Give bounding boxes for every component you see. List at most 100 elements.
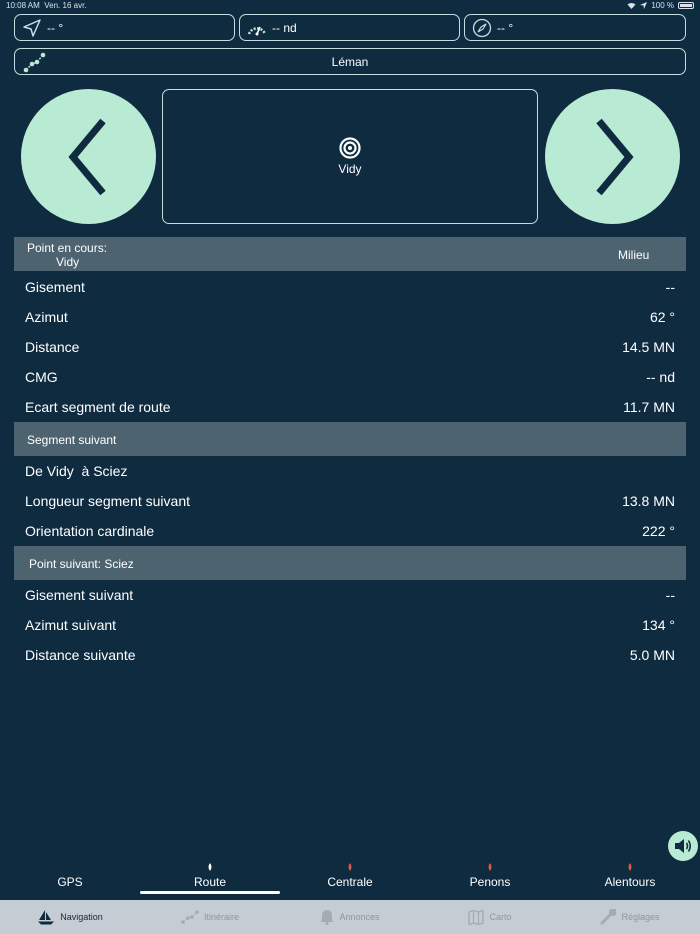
segment-header-label: Segment suivant [27,433,117,447]
subtab-alentours[interactable]: Alentours [560,862,700,894]
status-right: 100 % [627,1,694,10]
compass-value: -- ° [497,20,514,35]
row-label: Gisement suivant [25,587,134,603]
tab-label: Carto [489,912,512,922]
subtab-label: Penons [469,875,511,889]
tab-itineraire[interactable]: Itinéraire [140,900,280,934]
tab-reglages[interactable]: Réglages [560,900,700,934]
row-label: Gisement [25,279,85,295]
wifi-icon [627,2,636,9]
row-label: De Vidy à Sciez [25,463,128,479]
tab-label: Itinéraire [203,912,239,922]
speedometer-icon [246,17,268,39]
chevron-right-icon [595,118,634,195]
subtab-label: Alentours [604,875,656,889]
subtab-label: Route [193,875,227,889]
subtab-route[interactable]: Route [140,862,280,894]
location-services-icon [640,2,648,9]
subtab-active-indicator [140,891,280,894]
subtab-penons[interactable]: Penons [420,862,560,894]
tab-label: Annonces [339,912,380,922]
heading-box: -- ° [14,14,235,41]
current-point-header: Point en cours: Vidy Milieu [14,237,686,271]
row-value: 62 ° [649,309,675,325]
tab-annonces[interactable]: Annonces [280,900,420,934]
subtab-label: GPS [57,875,83,889]
route-dots-icon [23,51,47,73]
status-bar: 10:08 AM Ven. 16 avr. 100 % [0,0,700,12]
subtab-label: Centrale [327,875,373,889]
map-icon [468,909,485,925]
sound-toggle-button[interactable] [668,831,698,861]
wrench-icon [600,909,617,925]
row-value: -- [665,279,675,295]
sailboat-icon [38,910,55,925]
lake-selector[interactable]: Léman [14,48,686,75]
flame-indicator-icon [348,863,352,871]
row-label: Azimut [25,309,68,325]
subtab-gps[interactable]: GPS [0,862,140,894]
subtab-indicator [140,862,280,872]
lake-label: Léman [331,54,369,69]
row-label: Distance suivante [25,647,136,663]
compass-icon [471,17,493,39]
next-waypoint-button[interactable] [545,89,680,224]
current-point-name: Vidy [56,255,80,269]
target-label: Vidy [338,162,362,176]
row-label: CMG [25,369,58,385]
row-label: Azimut suivant [25,617,117,633]
location-arrow-icon [21,17,43,39]
next-point-header-label: Point suivant: Sciez [29,557,134,571]
next-distance-row: Distance suivante 5.0 MN [14,640,686,670]
row-value: -- nd [646,369,675,385]
flame-indicator-icon [628,863,632,871]
flame-indicator-icon [488,863,492,871]
battery-icon [678,2,694,9]
tab-carto[interactable]: Carto [420,900,560,934]
next-azimut-row: Azimut suivant 134 ° [14,610,686,640]
flame-indicator-icon [208,863,212,871]
target-icon [339,137,361,159]
row-value: -- [665,587,675,603]
row-label: Orientation cardinale [25,523,155,539]
route-icon [181,910,199,924]
speed-value: -- nd [272,20,297,35]
row-value: 222 ° [642,523,675,539]
tab-navigation[interactable]: Navigation [0,900,140,934]
current-point-label: Point en cours: [27,241,108,255]
bell-icon [320,910,334,925]
bottom-tab-bar: Navigation Itinéraire Annonces Carto Rég… [0,900,700,934]
row-label: Longueur segment suivant [25,493,190,509]
subtab-indicator [560,862,700,872]
row-label: Ecart segment de route [25,399,171,415]
next-gisement-row: Gisement suivant -- [14,580,686,610]
row-value: 134 ° [642,617,675,633]
segment-length-row: Longueur segment suivant 13.8 MN [14,486,686,516]
ecart-row: Ecart segment de route 11.7 MN [14,392,686,422]
next-point-header: Point suivant: Sciez [14,546,686,580]
previous-waypoint-button[interactable] [21,89,156,224]
row-value: 11.7 MN [623,399,675,415]
chevron-left-icon [67,118,106,195]
tab-label: Réglages [621,912,660,922]
tab-label: Navigation [60,912,103,922]
row-value: 14.5 MN [622,339,675,355]
row-value: 5.0 MN [629,647,675,663]
heading-value: -- ° [47,20,64,35]
cmg-row: CMG -- nd [14,362,686,392]
row-label: Distance [25,339,80,355]
subtab-indicator [0,862,140,872]
subtab-indicator [280,862,420,872]
compass-box: -- ° [464,14,686,41]
battery-percent: 100 % [651,1,674,10]
row-value: 13.8 MN [622,493,675,509]
segment-route-row: De Vidy à Sciez [14,456,686,486]
subtab-indicator [420,862,560,872]
azimut-row: Azimut 62 ° [14,302,686,332]
distance-row: Distance 14.5 MN [14,332,686,362]
speaker-icon [675,839,692,853]
current-target-box[interactable]: Vidy [162,89,538,224]
status-time: 10:08 AM Ven. 16 avr. [6,1,87,10]
subtab-centrale[interactable]: Centrale [280,862,420,894]
segment-header: Segment suivant [14,422,686,456]
